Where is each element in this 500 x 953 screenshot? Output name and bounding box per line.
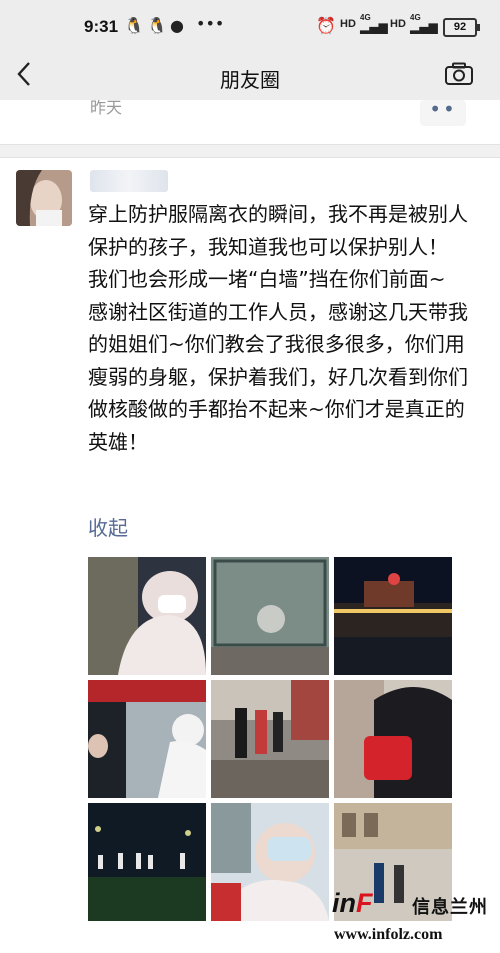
status-bar: 9:31 🐧 🐧 ● ••• ⏰ HD 4G ▂▄▆ HD 4G ▂▄▆ 92: [0, 0, 500, 52]
post-photo-6[interactable]: [334, 680, 452, 798]
alarm-icon: ⏰: [316, 16, 336, 35]
page-title: 朋友圈: [220, 68, 280, 92]
previous-post-time: 昨天: [90, 100, 123, 117]
avatar[interactable]: [16, 170, 72, 226]
qq-icon: 🐧: [124, 16, 144, 35]
post-photo-1[interactable]: [88, 557, 206, 675]
nickname-blurred[interactable]: [90, 170, 168, 192]
post-photo-3[interactable]: [334, 557, 452, 675]
watermark: inF 信息兰州 www.infolz.com: [332, 888, 494, 948]
previous-post: 昨天 ••: [0, 100, 500, 144]
divider: [0, 144, 500, 158]
nav-bar: 朋友圈: [0, 52, 500, 100]
signal-icon-2: ▂▄▆: [410, 20, 438, 34]
status-time: 9:31: [84, 17, 119, 36]
avatar-image: [16, 170, 72, 226]
more-dots-icon: •••: [196, 14, 225, 33]
battery-indicator: 92: [443, 18, 480, 37]
camera-icon[interactable]: [444, 62, 474, 86]
collapse-link[interactable]: 收起: [88, 512, 128, 541]
post-text: 穿上防护服隔离衣的瞬间，我不再是被别人保护的孩子，我知道我也可以保护别人！ 我们…: [88, 202, 468, 454]
post-photo-5[interactable]: [211, 680, 329, 798]
watermark-url: www.infolz.com: [334, 926, 443, 943]
post-photo-7[interactable]: [88, 803, 206, 921]
signal-icon: ▂▄▆: [360, 20, 388, 34]
drop-icon: ●: [170, 16, 184, 35]
post-photo-8[interactable]: [211, 803, 329, 921]
post-photo-2[interactable]: [211, 557, 329, 675]
hd-label-2: HD: [390, 18, 406, 30]
hd-label: HD: [340, 18, 356, 30]
qq-icon: 🐧: [147, 16, 167, 35]
post-photo-4[interactable]: [88, 680, 206, 798]
more-button[interactable]: ••: [420, 100, 466, 126]
watermark-brand-cn: 信息兰州: [412, 897, 488, 918]
watermark-logo: inF: [332, 888, 373, 918]
